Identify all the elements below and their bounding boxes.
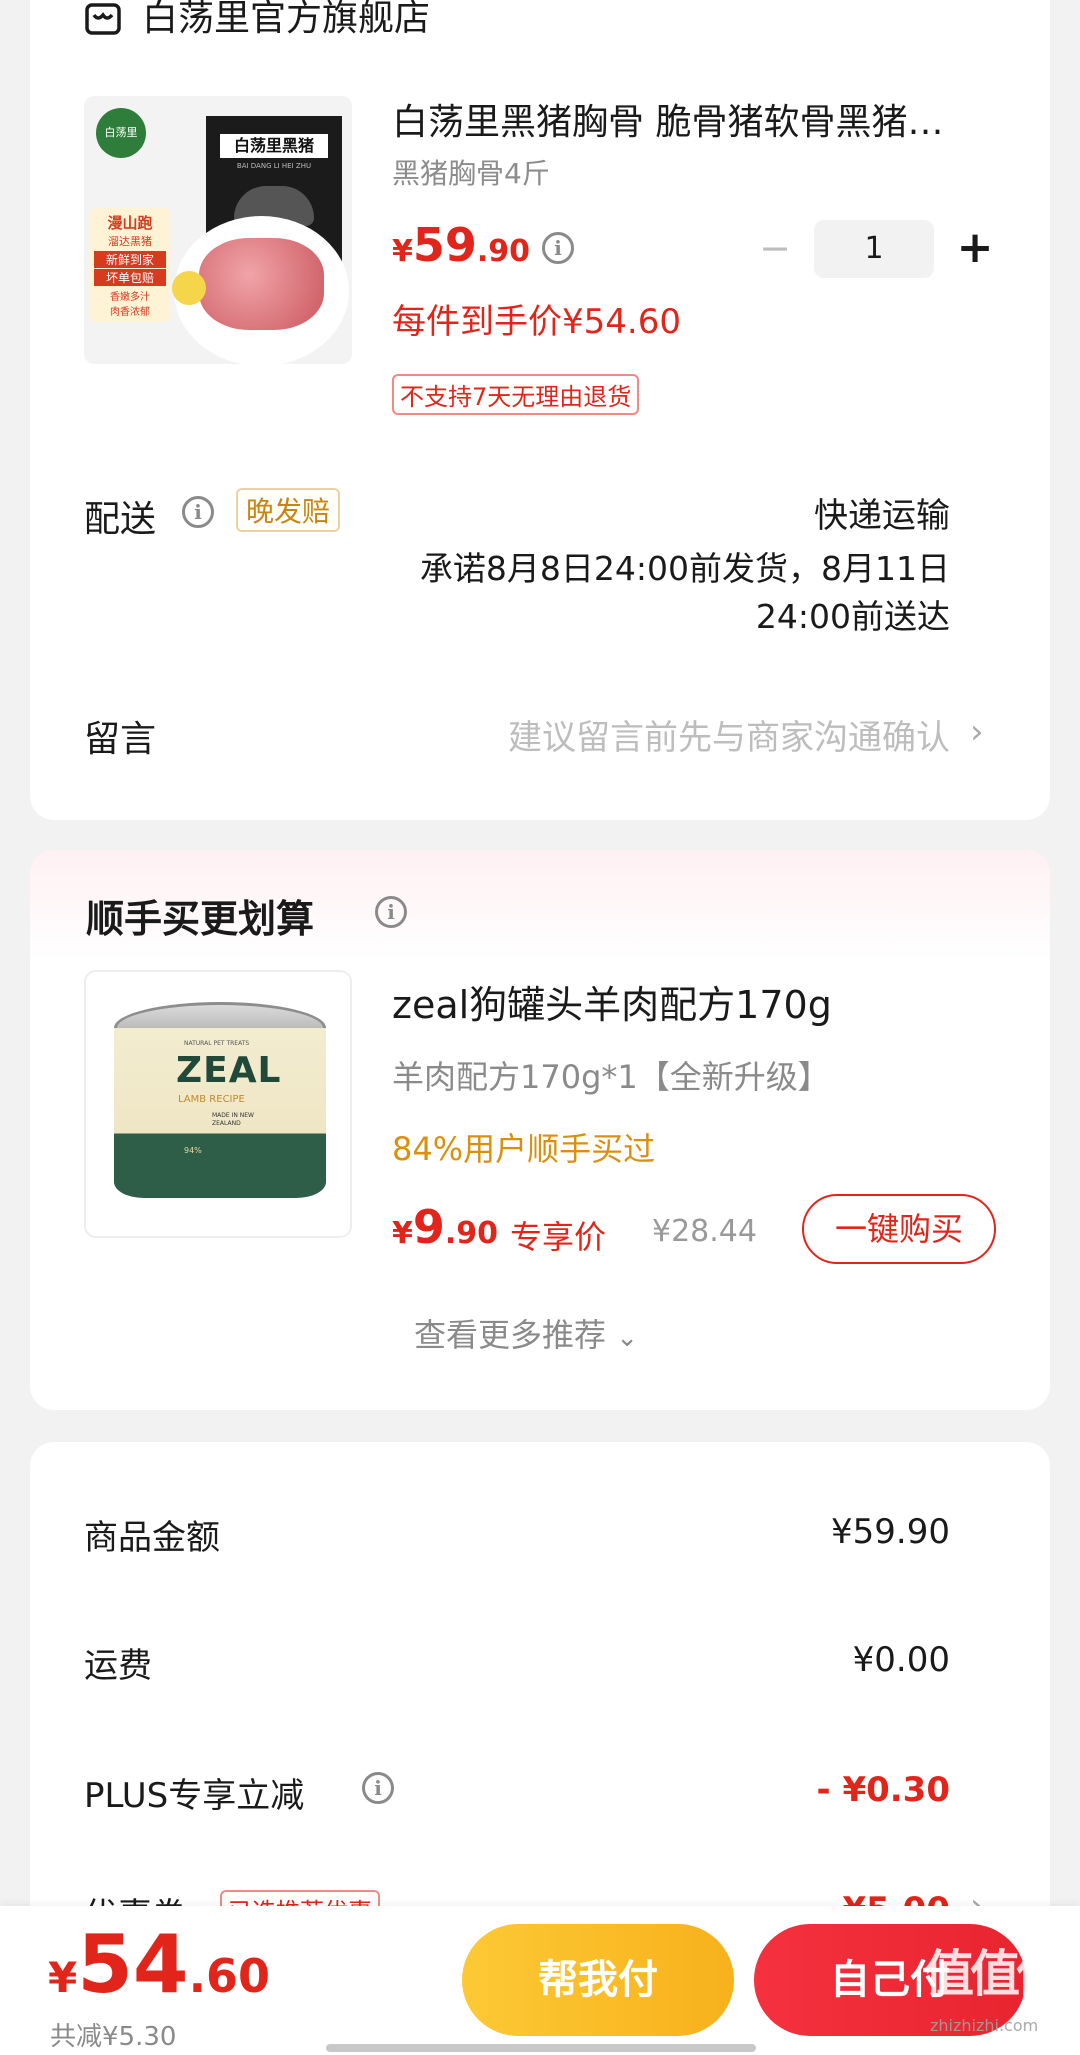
bag-subtitle: BAI DANG LI HEI ZHU bbox=[236, 162, 312, 170]
feature-badge: 漫山跑 溜达黑猪 新鲜到家 坏单包赔 香嫩多汁 肉香浓郁 bbox=[90, 208, 170, 322]
addon-info-icon[interactable]: i bbox=[375, 896, 407, 928]
watermark-url: zhizhizhi.com bbox=[930, 2016, 1039, 2035]
qty-plus-button[interactable]: + bbox=[950, 220, 1000, 276]
addon-section-title: 顺手买更划算 bbox=[86, 897, 315, 941]
unit-price-label: 每件到手价¥54.60 bbox=[392, 302, 681, 342]
total-saved: 共减¥5.30 bbox=[50, 2022, 177, 2052]
watermark-logo: 值值值 bbox=[924, 1945, 1066, 2003]
plus-discount-info-icon[interactable]: i bbox=[362, 1772, 394, 1804]
addon-product-image[interactable]: NATURAL PET TREATS ZEAL LAMB RECIPE MADE… bbox=[84, 970, 352, 1238]
summary-row-value: ¥59.90 bbox=[831, 1512, 950, 1552]
late-compensation-tag[interactable]: 晚发赔 bbox=[236, 488, 341, 532]
addon-item-spec[interactable]: 羊肉配方170g*1【全新升级】 bbox=[392, 1052, 830, 1098]
delivery-promise-line2: 24:00前送达 bbox=[755, 597, 950, 636]
addon-exclusive-label: 专享价 bbox=[510, 1218, 607, 1256]
order-item-card: 白荡里官方旗舰店 白荡里 白荡里黑猪 BAI DANG LI HEI ZHU 漫… bbox=[30, 0, 1050, 820]
summary-row-value: - ¥0.30 bbox=[816, 1770, 951, 1810]
addon-popularity: 84%用户顺手买过 bbox=[392, 1130, 656, 1168]
summary-row-label: PLUS专享立减 bbox=[84, 1776, 305, 1816]
summary-row-value: ¥0.00 bbox=[852, 1640, 950, 1680]
addon-buy-button[interactable]: 一键购买 bbox=[802, 1194, 996, 1264]
total-price: ¥54.60 bbox=[48, 1918, 271, 2011]
can-body: NATURAL PET TREATS ZEAL LAMB RECIPE MADE… bbox=[114, 1028, 326, 1198]
addon-card: 顺手买更划算 i NATURAL PET TREATS ZEAL LAMB RE… bbox=[30, 850, 1050, 1410]
bottom-checkout-bar: ¥54.60 共减¥5.30 帮我付 自己付 值值值 zhizhizhi.com bbox=[0, 1906, 1080, 2055]
home-indicator bbox=[326, 2044, 756, 2052]
addon-item-title[interactable]: zeal狗罐头羊肉配方170g bbox=[392, 974, 832, 1029]
qty-input[interactable]: 1 bbox=[814, 220, 934, 278]
store-name: 白荡里官方旗舰店 bbox=[142, 0, 431, 39]
pay-for-me-button[interactable]: 帮我付 bbox=[462, 1924, 734, 2036]
product-price: ¥59.90 bbox=[392, 218, 531, 272]
summary-row-label: 运费 bbox=[84, 1646, 152, 1686]
addon-price: ¥9.90 bbox=[392, 1200, 499, 1254]
product-image[interactable]: 白荡里 白荡里黑猪 BAI DANG LI HEI ZHU 漫山跑 溜达黑猪 新… bbox=[84, 96, 352, 364]
product-spec[interactable]: 黑猪胸骨4斤 bbox=[392, 152, 550, 192]
message-chevron-icon: › bbox=[970, 712, 984, 752]
lemon bbox=[172, 271, 206, 305]
price-info-icon[interactable]: i bbox=[542, 232, 574, 264]
delivery-promise-line1: 承诺8月8日24:00前发货，8月11日 bbox=[419, 549, 950, 588]
bag-title: 白荡里黑猪 bbox=[220, 134, 328, 158]
delivery-info-icon[interactable]: i bbox=[182, 496, 214, 528]
summary-row-label: 商品金额 bbox=[84, 1518, 220, 1558]
delivery-method[interactable]: 快递运输 bbox=[814, 488, 950, 537]
delivery-label: 配送 bbox=[84, 499, 157, 540]
brand-circle-logo: 白荡里 bbox=[96, 108, 146, 158]
more-recommendations-link[interactable]: 查看更多推荐 ⌄ bbox=[414, 1310, 638, 1356]
addon-original-price: ¥28.44 bbox=[652, 1214, 757, 1249]
qty-minus-button[interactable]: − bbox=[750, 220, 800, 276]
message-label: 留言 bbox=[84, 719, 157, 760]
chevron-down-icon: ⌄ bbox=[616, 1323, 638, 1353]
product-title[interactable]: 白荡里黑猪胸骨 脆骨猪软骨黑猪… bbox=[392, 100, 1012, 146]
return-policy-tag: 不支持7天无理由退货 bbox=[392, 374, 640, 415]
store-icon bbox=[84, 0, 122, 36]
quantity-stepper: − 1 + bbox=[750, 220, 1020, 280]
message-input[interactable]: 建议留言前先与商家沟通确认 bbox=[508, 710, 950, 759]
